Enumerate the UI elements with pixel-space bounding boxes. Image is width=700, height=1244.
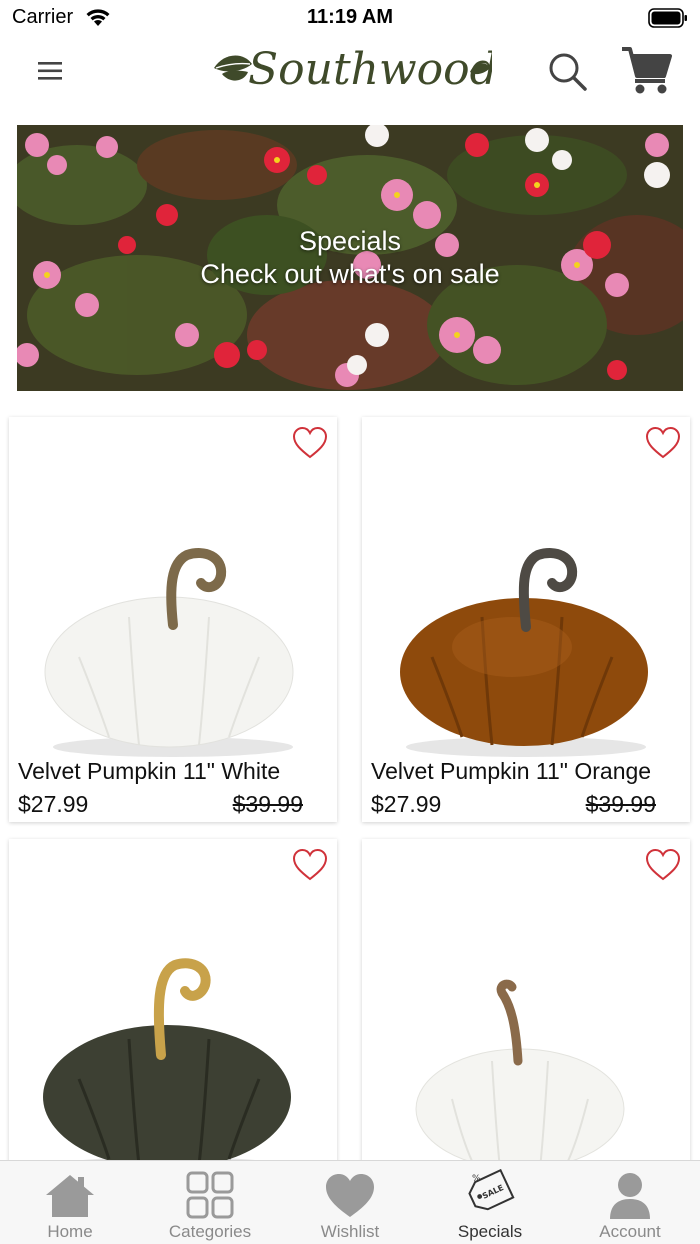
person-icon: [610, 1173, 650, 1219]
leaf-logo-icon: Southwood: [214, 44, 498, 95]
product-card[interactable]: Velvet Pumpkin 11" Orange $27.99 $39.99: [362, 417, 690, 822]
orange-velvet-pumpkin-image: [400, 548, 648, 757]
tab-label: Specials: [457, 1222, 523, 1241]
status-bar: Carrier 11:19 AM: [0, 0, 700, 36]
banner-subtitle: Check out what's on sale: [200, 259, 500, 289]
tab-label: Wishlist: [320, 1222, 380, 1241]
logo: Southwood: [208, 38, 498, 102]
svg-text:%: %: [472, 1174, 481, 1184]
wishlist-heart-icon[interactable]: [644, 425, 682, 461]
product-card[interactable]: [362, 839, 690, 1169]
heart-icon: [326, 1174, 374, 1217]
green-velvet-pumpkin-image: [43, 958, 291, 1169]
search-button[interactable]: [544, 48, 590, 94]
product-card[interactable]: Velvet Pumpkin 11" White $27.99 $39.99: [9, 417, 337, 822]
tab-home[interactable]: Home: [0, 1161, 140, 1244]
tab-label: Account: [599, 1222, 661, 1241]
cart-button[interactable]: [618, 44, 674, 96]
battery-icon: [648, 8, 687, 28]
grid-icon: [186, 1171, 234, 1219]
home-icon: [46, 1175, 94, 1217]
wishlist-heart-icon[interactable]: [291, 847, 329, 883]
svg-text:SALE: SALE: [481, 1183, 505, 1201]
wishlist-heart-icon[interactable]: [291, 425, 329, 461]
product-price: $27.99: [371, 791, 442, 817]
product-card[interactable]: [9, 839, 337, 1169]
product-name: Velvet Pumpkin 11" Orange: [371, 758, 652, 784]
logo-text: Southwood: [248, 44, 492, 95]
product-old-price: $39.99: [232, 791, 303, 817]
tab-account[interactable]: Account: [560, 1161, 700, 1244]
product-old-price: $39.99: [585, 791, 656, 817]
app-header: Southwood: [0, 36, 700, 108]
cart-icon: [622, 47, 672, 94]
banner-caption: Specials Check out what's on sale: [17, 225, 683, 291]
tab-wishlist[interactable]: Wishlist: [280, 1161, 420, 1244]
white-small-pumpkin-image: [415, 979, 625, 1169]
product-price: $27.99: [18, 791, 89, 817]
sale-tag-icon: SALE %: [468, 1169, 515, 1211]
menu-button[interactable]: [30, 54, 70, 88]
tab-label: Home: [47, 1222, 93, 1241]
tab-specials[interactable]: SALE % Specials: [420, 1161, 560, 1244]
bottom-tab-bar: Home Categories Wishlist SALE % Specials: [0, 1160, 700, 1244]
banner-title: Specials: [298, 226, 402, 256]
product-name: Velvet Pumpkin 11" White: [18, 758, 281, 784]
tab-label: Categories: [168, 1222, 252, 1241]
hamburger-icon: [38, 62, 62, 80]
white-velvet-pumpkin-image: [44, 548, 294, 757]
clock: 11:19 AM: [307, 6, 393, 28]
tab-categories[interactable]: Categories: [140, 1161, 280, 1244]
specials-banner[interactable]: Specials Check out what's on sale: [17, 125, 683, 391]
search-icon: [549, 53, 587, 91]
wishlist-heart-icon[interactable]: [644, 847, 682, 883]
